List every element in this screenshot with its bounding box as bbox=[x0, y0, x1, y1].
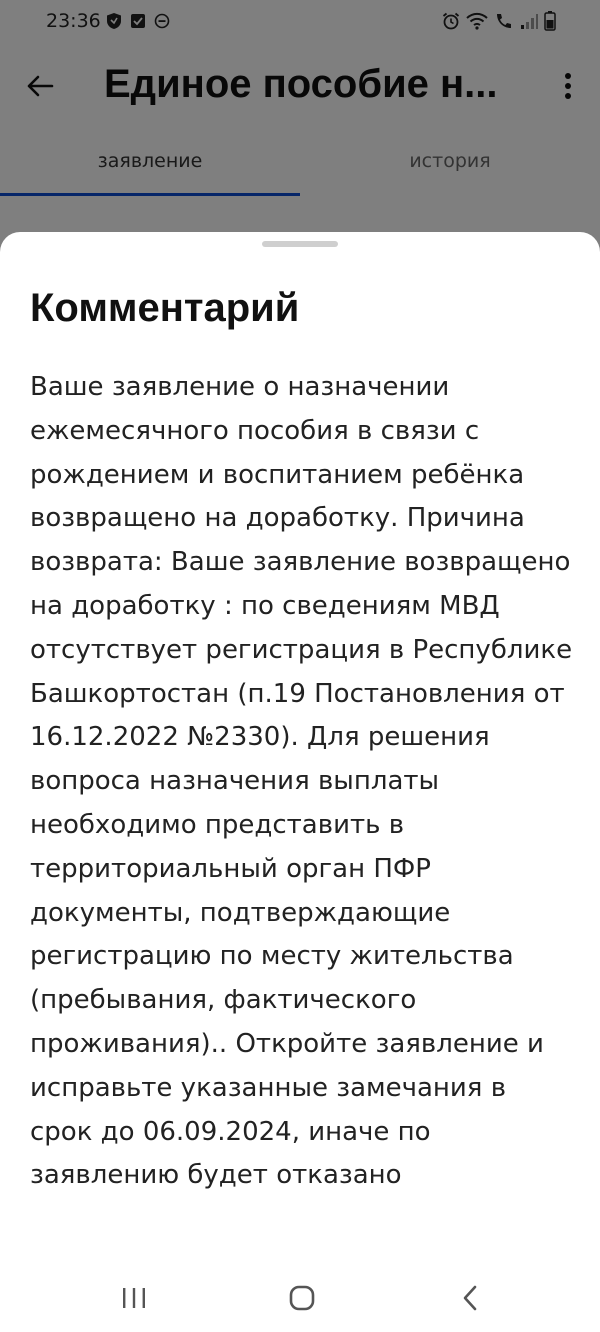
drag-handle[interactable] bbox=[262, 241, 338, 247]
screen: 23:36 bbox=[0, 0, 600, 1332]
navigation-bar bbox=[0, 1262, 600, 1332]
sheet-title: Комментарий bbox=[30, 286, 300, 330]
recents-icon bbox=[123, 1288, 145, 1308]
comment-text: Ваше заявление о назначении ежемесячного… bbox=[30, 372, 573, 1191]
nav-back-button[interactable] bbox=[448, 1280, 492, 1316]
recents-button[interactable] bbox=[112, 1280, 156, 1316]
nav-back-icon bbox=[463, 1285, 477, 1311]
home-button[interactable] bbox=[280, 1280, 324, 1316]
bottom-sheet: Комментарий Ваше заявление о назначении … bbox=[0, 232, 600, 1332]
home-icon bbox=[289, 1285, 315, 1311]
